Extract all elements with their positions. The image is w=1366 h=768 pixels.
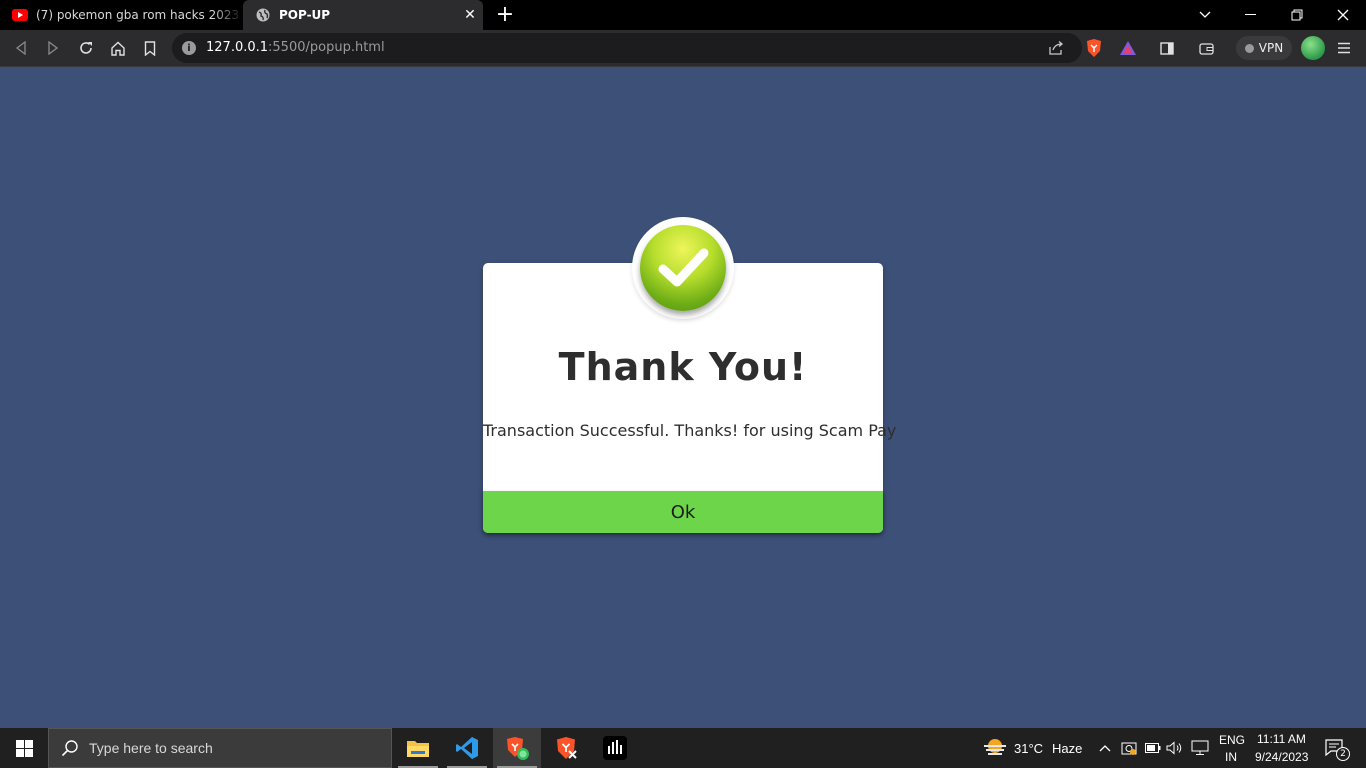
tab-popup[interactable]: POP-UP ✕ — [243, 0, 483, 30]
battery-icon[interactable] — [1143, 738, 1163, 758]
menu-icon[interactable] — [1332, 37, 1356, 59]
url-text: 127.0.0.1:5500/popup.html — [206, 40, 385, 55]
weather-temp: 31°C — [1014, 741, 1044, 756]
browser-toolbar: i 127.0.0.1:5500/popup.html VPN — [0, 30, 1366, 67]
audio-app-icon[interactable] — [591, 728, 639, 768]
clock-date[interactable]: 9/24/2023 — [1255, 750, 1308, 764]
windows-start-icon[interactable] — [0, 728, 48, 768]
search-icon — [61, 739, 79, 757]
url-host: 127.0.0.1 — [206, 40, 269, 55]
brave-rewards-icon[interactable] — [1116, 37, 1140, 59]
vpn-status-icon — [1244, 43, 1254, 53]
taskbar: Type here to search 31°C Haze ENG IN 11:… — [0, 728, 1366, 768]
home-button[interactable] — [106, 37, 130, 59]
vpn-button[interactable]: VPN — [1236, 36, 1292, 60]
wallet-icon[interactable] — [1194, 37, 1218, 59]
weather-haze-icon[interactable] — [983, 738, 1007, 758]
restore-button[interactable] — [1274, 0, 1320, 30]
language-code[interactable]: ENG — [1219, 733, 1245, 747]
brave-shields-icon[interactable] — [1082, 37, 1106, 59]
file-explorer-icon[interactable] — [394, 728, 442, 768]
network-icon[interactable] — [1190, 738, 1210, 758]
success-badge — [632, 217, 734, 319]
browser-tab-strip: (7) pokemon gba rom hacks 2023 - YouTube… — [0, 0, 1366, 30]
brave-browser-icon[interactable] — [493, 728, 541, 768]
profile-avatar[interactable] — [1301, 36, 1325, 60]
share-icon[interactable] — [1044, 37, 1068, 59]
ok-button[interactable]: Ok — [483, 491, 883, 533]
back-button[interactable] — [9, 37, 33, 59]
sidebar-toggle-icon[interactable] — [1155, 37, 1179, 59]
close-window-button[interactable] — [1320, 0, 1366, 30]
tab-youtube[interactable]: (7) pokemon gba rom hacks 2023 - YouTube — [0, 0, 243, 30]
forward-button[interactable] — [41, 37, 65, 59]
chevron-up-icon[interactable] — [1095, 738, 1115, 758]
popup-title: Thank You! — [558, 345, 808, 389]
site-info-icon[interactable]: i — [182, 41, 196, 55]
new-tab-button[interactable]: + — [494, 4, 516, 26]
popup-message: Transaction Successful. Thanks! for usin… — [483, 421, 897, 440]
vscode-icon[interactable] — [443, 728, 491, 768]
url-path: :5500/popup.html — [268, 40, 385, 55]
tab-search-chevron-icon[interactable] — [1182, 0, 1228, 30]
success-popup: Thank You! Transaction Successful. Thank… — [483, 217, 897, 533]
youtube-icon — [12, 7, 28, 23]
tab-title: (7) pokemon gba rom hacks 2023 - YouTube — [36, 8, 243, 22]
volume-icon[interactable] — [1165, 738, 1185, 758]
notification-center-icon[interactable]: 2 — [1323, 738, 1350, 761]
notification-count-badge: 2 — [1336, 747, 1350, 761]
tab-title: POP-UP — [279, 8, 331, 22]
bookmark-button[interactable] — [138, 37, 162, 59]
minimize-button[interactable] — [1228, 0, 1274, 30]
checkmark-icon — [640, 225, 726, 311]
taskbar-search-box[interactable]: Type here to search — [48, 728, 392, 768]
search-placeholder: Type here to search — [89, 740, 213, 756]
close-tab-icon[interactable]: ✕ — [459, 4, 481, 26]
clock-time[interactable]: 11:11 AM — [1257, 732, 1306, 746]
address-bar[interactable]: i 127.0.0.1:5500/popup.html — [172, 33, 1082, 63]
security-tray-icon[interactable] — [1119, 738, 1139, 758]
reload-button[interactable] — [74, 37, 98, 59]
globe-icon — [255, 7, 271, 23]
vpn-label: VPN — [1258, 41, 1284, 55]
language-region[interactable]: IN — [1225, 750, 1237, 764]
weather-desc: Haze — [1052, 741, 1083, 756]
brave-beta-icon[interactable] — [542, 728, 590, 768]
